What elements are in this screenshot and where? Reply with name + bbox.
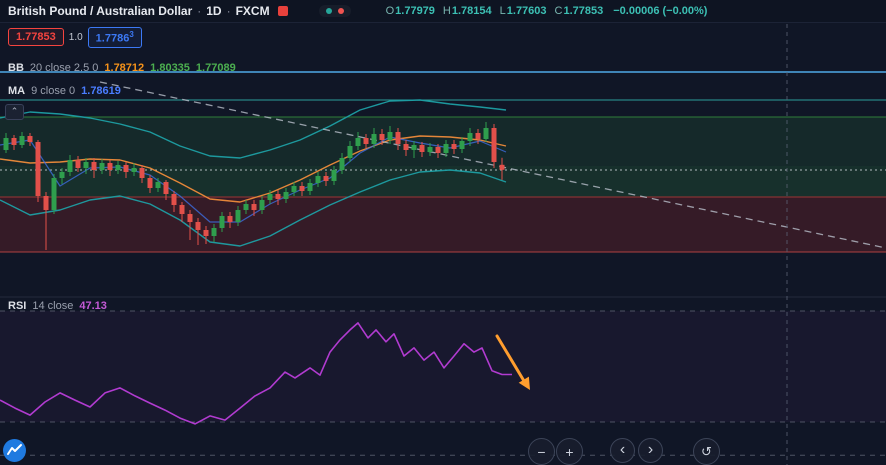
bb-basis-value: 1.78712 xyxy=(104,62,144,74)
ma-value: 1.78619 xyxy=(81,85,121,97)
spread-value: 1.0 xyxy=(69,32,83,43)
close-label: C xyxy=(555,5,563,17)
ma-name: MA xyxy=(8,85,25,97)
trading-chart-app: British Pound / Australian Dollar · 1D ·… xyxy=(0,0,886,465)
buy-sell-widget: 1.77853 1.0 1.77863 xyxy=(8,27,142,48)
close-value: 1.77853 xyxy=(563,5,603,17)
symbol-title[interactable]: British Pound / Australian Dollar xyxy=(8,4,192,18)
market-status-toggle[interactable] xyxy=(319,5,351,17)
bb-upper-value: 1.80335 xyxy=(150,62,190,74)
ohlc-readout: O 1.77979 H 1.78154 L 1.77603 C 1.77853 … xyxy=(386,5,708,17)
scroll-right-button[interactable]: › xyxy=(638,438,663,463)
separator-dot: · xyxy=(227,4,231,18)
bb-params: 20 close 2.5 0 xyxy=(30,62,99,74)
rsi-name: RSI xyxy=(8,300,26,312)
open-value: 1.77979 xyxy=(395,5,435,17)
chart-header: British Pound / Australian Dollar · 1D ·… xyxy=(0,0,886,23)
zoom-in-button[interactable]: + xyxy=(556,438,583,465)
rsi-value: 47.13 xyxy=(79,300,107,312)
open-label: O xyxy=(386,5,395,17)
indicator-legend-ma[interactable]: MA 9 close 0 1.78619 xyxy=(8,85,121,97)
fxcm-logo-icon xyxy=(278,6,288,16)
scroll-left-button[interactable]: ‹ xyxy=(610,438,635,463)
status-dot-teal-icon xyxy=(326,8,332,14)
low-value: 1.77603 xyxy=(507,5,547,17)
reset-chart-button[interactable]: ↺ xyxy=(693,438,720,465)
interval-selector[interactable]: 1D xyxy=(206,4,221,18)
exchange-name: FXCM xyxy=(236,4,270,18)
buy-price-button[interactable]: 1.77863 xyxy=(88,27,142,48)
bb-lower-value: 1.77089 xyxy=(196,62,236,74)
rsi-params: 14 close xyxy=(32,300,73,312)
indicator-legend-bb[interactable]: BB 20 close 2.5 0 1.78712 1.80335 1.7708… xyxy=(8,62,236,74)
high-value: 1.78154 xyxy=(452,5,492,17)
chevron-up-icon[interactable]: ⌃ xyxy=(5,104,24,120)
ma-params: 9 close 0 xyxy=(31,85,75,97)
low-label: L xyxy=(500,5,506,17)
logo-squiggle-icon xyxy=(3,439,26,462)
high-label: H xyxy=(443,5,451,17)
buy-price-sup: 3 xyxy=(129,30,133,39)
sell-price-button[interactable]: 1.77853 xyxy=(8,28,64,46)
change-value: −0.00006 (−0.00%) xyxy=(613,5,707,17)
bb-name: BB xyxy=(8,62,24,74)
indicator-legend-rsi[interactable]: RSI 14 close 47.13 xyxy=(8,300,107,312)
tradingview-logo[interactable] xyxy=(3,439,26,462)
status-dot-red-icon xyxy=(338,8,344,14)
separator-dot: · xyxy=(197,4,201,18)
zoom-out-button[interactable]: − xyxy=(528,438,555,465)
buy-price-main: 1.7786 xyxy=(96,33,130,45)
